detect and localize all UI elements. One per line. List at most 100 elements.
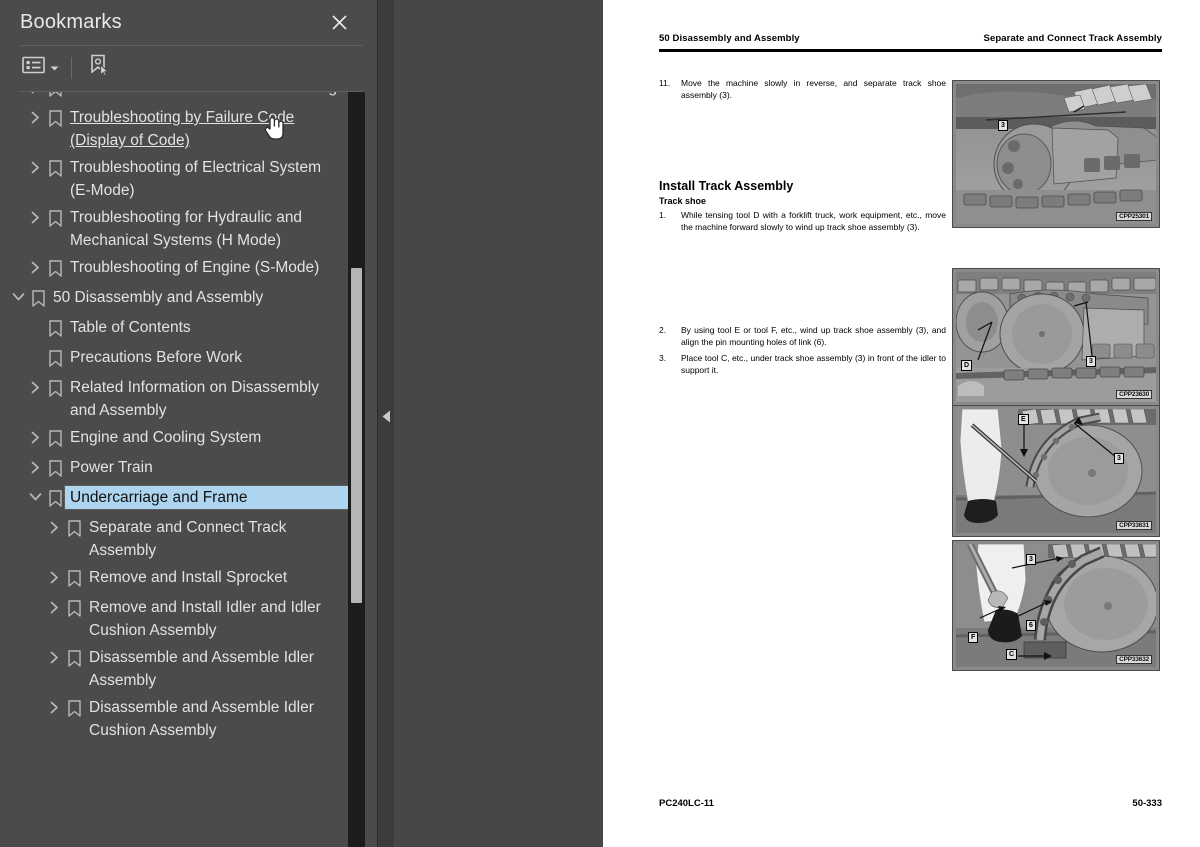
figure-code: CPP25301 bbox=[1116, 212, 1152, 221]
bookmark-icon bbox=[45, 426, 65, 452]
panel-splitter[interactable] bbox=[378, 0, 394, 847]
bookmark-item[interactable]: Troubleshooting by Failure Code (Display… bbox=[0, 104, 352, 154]
bookmarks-panel: Bookmarks Troubleshooting by Failure Cod… bbox=[0, 0, 378, 847]
bookmark-icon bbox=[45, 346, 65, 372]
chevron-right-icon[interactable] bbox=[25, 206, 45, 232]
bookmark-icon bbox=[45, 106, 65, 132]
figure-callout: F bbox=[968, 632, 979, 643]
figure-plate: 3 6 F C CPP33632 bbox=[952, 540, 1160, 671]
chevron-right-icon[interactable] bbox=[25, 106, 45, 132]
chevron-right-icon[interactable] bbox=[25, 426, 45, 452]
bookmark-item-label: Troubleshooting for Hydraulic and Mechan… bbox=[70, 209, 303, 249]
bookmark-item[interactable]: 50 Disassembly and Assembly bbox=[0, 284, 352, 314]
step-text: Place tool C, etc., under track shoe ass… bbox=[681, 353, 946, 375]
new-bookmark-button[interactable] bbox=[84, 53, 114, 83]
bookmark-icon bbox=[64, 566, 84, 592]
bookmark-item[interactable]: Related Information to Troubleshooting bbox=[0, 92, 352, 104]
bookmark-item[interactable]: Troubleshooting for Hydraulic and Mechan… bbox=[0, 204, 352, 254]
bookmark-item-label: Engine and Cooling System bbox=[70, 429, 262, 446]
chevron-right-icon[interactable] bbox=[25, 456, 45, 482]
figure-plate: E 3 CPP33631 bbox=[952, 405, 1160, 537]
chevron-right-icon[interactable] bbox=[44, 596, 64, 622]
page-header-left: 50 Disassembly and Assembly bbox=[659, 33, 800, 44]
toolbar-separator bbox=[71, 56, 72, 79]
bookmark-icon bbox=[45, 486, 65, 512]
bookmark-item[interactable]: Undercarriage and Frame bbox=[0, 484, 352, 514]
bookmark-item[interactable]: Related Information on Disassembly and A… bbox=[0, 374, 352, 424]
figure-callout: 3 bbox=[998, 120, 1008, 131]
list-options-button[interactable] bbox=[20, 53, 61, 83]
track-shoe-separated-photo: 3 CPP25301 bbox=[956, 84, 1156, 224]
bookmark-item-label: Table of Contents bbox=[70, 319, 191, 336]
page-header: 50 Disassembly and Assembly Separate and… bbox=[659, 33, 1162, 44]
bookmark-pointer-icon bbox=[88, 54, 110, 81]
bookmark-icon bbox=[45, 206, 65, 232]
collapse-left-icon[interactable] bbox=[378, 404, 394, 428]
bookmark-icon bbox=[64, 516, 84, 542]
step-number: 1. bbox=[659, 210, 667, 220]
page-header-rule bbox=[659, 49, 1162, 52]
chevron-right-icon[interactable] bbox=[44, 646, 64, 672]
bookmark-icon bbox=[45, 256, 65, 282]
wind-up-with-tool-e-photo: E 3 CPP33631 bbox=[956, 409, 1156, 533]
bookmark-item[interactable]: Table of Contents bbox=[0, 314, 352, 344]
chevron-down-icon bbox=[50, 59, 59, 77]
bookmark-item[interactable]: Disassemble and Assemble Idler Cushion A… bbox=[0, 694, 352, 744]
chevron-right-icon[interactable] bbox=[44, 696, 64, 722]
bookmark-icon bbox=[45, 92, 65, 102]
bookmark-item-label: Troubleshooting of Electrical System (E-… bbox=[70, 159, 321, 199]
figure-callout: D bbox=[961, 360, 973, 371]
bookmark-icon bbox=[64, 696, 84, 722]
chevron-down-icon[interactable] bbox=[25, 486, 45, 512]
step-number: 11. bbox=[659, 78, 671, 88]
page-footer-right: 50-333 bbox=[1132, 798, 1162, 809]
bookmark-item-label: Disassemble and Assemble Idler Assembly bbox=[89, 649, 314, 689]
figure-callout: 6 bbox=[1026, 620, 1036, 631]
figure-callout: 3 bbox=[1086, 356, 1096, 367]
chevron-right-icon[interactable] bbox=[25, 256, 45, 282]
chevron-right-icon[interactable] bbox=[25, 156, 45, 182]
bookmarks-scrollbar-thumb[interactable] bbox=[351, 268, 362, 603]
bookmark-item-label: Related Information to Troubleshooting bbox=[65, 92, 348, 99]
bookmarks-tree: Related Information to Troubleshooting Tr… bbox=[0, 92, 377, 847]
step-text: While tensing tool D with a forklift tru… bbox=[681, 210, 946, 232]
figure-callout: 3 bbox=[1026, 554, 1036, 565]
page-footer: PC240LC-11 50-333 bbox=[659, 798, 1162, 809]
bookmark-item[interactable]: Disassemble and Assemble Idler Assembly bbox=[0, 644, 352, 694]
bookmark-icon bbox=[45, 156, 65, 182]
bookmark-item-label: Remove and Install Sprocket bbox=[89, 569, 288, 586]
bookmark-item-label: Troubleshooting of Engine (S-Mode) bbox=[70, 259, 320, 276]
bookmark-item[interactable]: Remove and Install Idler and Idler Cushi… bbox=[0, 594, 352, 644]
figure-callout: 3 bbox=[1114, 453, 1124, 464]
bookmark-item[interactable]: Power Train bbox=[0, 454, 352, 484]
page-header-right: Separate and Connect Track Assembly bbox=[983, 33, 1162, 44]
bookmark-item-label: Power Train bbox=[70, 459, 153, 476]
bookmark-item-label: Separate and Connect Track Assembly bbox=[89, 519, 287, 559]
step-number: 3. bbox=[659, 353, 667, 363]
chevron-right-icon[interactable] bbox=[44, 516, 64, 542]
figure-code: CPP33632 bbox=[1116, 655, 1152, 664]
bookmark-icon bbox=[64, 646, 84, 672]
figure-code: CPP23630 bbox=[1116, 390, 1152, 399]
winding-up-track-shoe-photo: D 3 CPP23630 bbox=[956, 272, 1156, 402]
step-number: 2. bbox=[659, 325, 667, 335]
bookmark-item-label: Related Information on Disassembly and A… bbox=[70, 379, 319, 419]
bookmarks-scrollbar[interactable] bbox=[348, 92, 365, 847]
chevron-down-icon[interactable] bbox=[8, 286, 28, 312]
step-text: By using tool E or tool F, etc., wind up… bbox=[681, 325, 946, 347]
figure-plate: D 3 CPP23630 bbox=[952, 268, 1160, 406]
bookmark-item-label: Precautions Before Work bbox=[70, 349, 243, 366]
bookmark-item[interactable]: Precautions Before Work bbox=[0, 344, 352, 374]
close-icon[interactable] bbox=[327, 10, 351, 34]
bookmark-item[interactable]: Engine and Cooling System bbox=[0, 424, 352, 454]
chevron-right-icon[interactable] bbox=[25, 376, 45, 402]
bookmarks-panel-header: Bookmarks bbox=[0, 0, 377, 44]
bookmark-item[interactable]: Remove and Install Sprocket bbox=[0, 564, 352, 594]
bookmark-item[interactable]: Troubleshooting of Engine (S-Mode) bbox=[0, 254, 352, 284]
bookmark-icon bbox=[64, 596, 84, 622]
bookmark-item[interactable]: Troubleshooting of Electrical System (E-… bbox=[0, 154, 352, 204]
chevron-right-icon[interactable] bbox=[44, 566, 64, 592]
chevron-right-icon[interactable] bbox=[25, 92, 45, 102]
bookmark-item[interactable]: Separate and Connect Track Assembly bbox=[0, 514, 352, 564]
bookmark-item-label: Remove and Install Idler and Idler Cushi… bbox=[89, 599, 321, 639]
